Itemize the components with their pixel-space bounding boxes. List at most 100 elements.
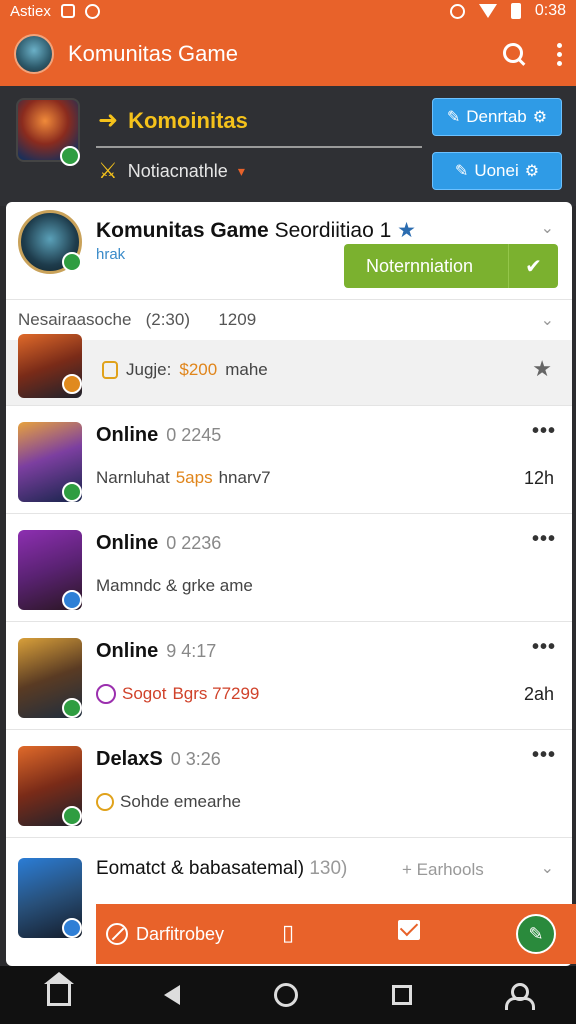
chevron-down-icon[interactable]: ⌄ bbox=[541, 310, 554, 330]
status-badge bbox=[62, 590, 82, 610]
section-count: (2:30) bbox=[145, 310, 190, 329]
navigation-bar bbox=[0, 966, 576, 1024]
header-button-2[interactable]: ✎ Uonei ⚙ bbox=[432, 152, 562, 190]
post-title-text: Online bbox=[96, 640, 159, 662]
home-icon[interactable] bbox=[43, 972, 74, 1006]
more-horiz-icon[interactable]: ••• bbox=[532, 636, 556, 659]
post-time: 0 2245 bbox=[166, 425, 222, 445]
profile-icon[interactable] bbox=[505, 983, 536, 1010]
header-button-1[interactable]: ✎ Denrtab ⚙ bbox=[432, 98, 562, 136]
group-header: Komunitas Game Seordiitiao 1 ★ hrak ⌄ No… bbox=[6, 202, 572, 300]
status-badge bbox=[62, 918, 82, 938]
back-label: Komoinitas bbox=[128, 107, 248, 133]
post-time: 0 3:26 bbox=[170, 749, 221, 769]
post-extra: + Earhools bbox=[402, 860, 484, 879]
star-icon[interactable]: ★ bbox=[532, 356, 552, 382]
community-avatar[interactable] bbox=[14, 34, 54, 74]
pinned-suffix: mahe bbox=[225, 360, 268, 379]
back-link[interactable]: ➜ Komoinitas bbox=[98, 106, 248, 135]
app-bar: Komunitas Game bbox=[0, 22, 576, 86]
post-title: Online 9 4:17 bbox=[96, 640, 216, 663]
post-body-a: Sogot bbox=[122, 684, 167, 703]
list-item[interactable]: Online 0 2245 ••• Narnluhat 5aps hnarv7 1… bbox=[6, 406, 572, 514]
post-body-a: Narnluhat bbox=[96, 468, 170, 487]
notification-setting-label: Notiacnathle bbox=[127, 160, 228, 181]
edit-fab[interactable]: ✎ bbox=[516, 914, 556, 954]
section-title: Nesairaasoche bbox=[18, 310, 132, 329]
online-badge bbox=[60, 146, 80, 166]
more-vert-icon[interactable] bbox=[557, 42, 562, 66]
post-body-b: 5aps bbox=[175, 468, 213, 487]
header-button-1-label: Denrtab bbox=[466, 107, 527, 126]
back-arrow-icon: ➜ bbox=[98, 107, 119, 134]
gear-icon: ⚙ bbox=[524, 163, 540, 180]
more-horiz-icon[interactable]: ••• bbox=[532, 528, 556, 551]
check-icon: ✔ bbox=[508, 244, 558, 288]
community-card: Komunitas Game Seordiitiao 1 ★ hrak ⌄ No… bbox=[6, 202, 572, 966]
group-title-bold: Komunitas Game bbox=[96, 219, 269, 242]
home-circle-icon[interactable] bbox=[273, 983, 298, 1007]
group-subtitle: hrak bbox=[96, 246, 126, 263]
more-horiz-icon[interactable]: ••• bbox=[532, 744, 556, 767]
carrier-label: Astiex bbox=[10, 2, 51, 20]
pinned-text: Jugje: $200 mahe bbox=[102, 360, 268, 380]
notification-button[interactable]: Noternniation ✔ bbox=[344, 244, 558, 288]
post-body: Narnluhat 5aps hnarv7 bbox=[96, 468, 271, 488]
recents-icon[interactable] bbox=[391, 985, 412, 1005]
app-title: Komunitas Game bbox=[68, 41, 238, 66]
group-title-rest: Seordiitiao 1 bbox=[274, 219, 392, 242]
status-bar: Astiex 0:38 bbox=[0, 0, 576, 22]
post-title-text: Online bbox=[96, 424, 159, 446]
battery-icon bbox=[510, 3, 521, 19]
post-title-text: DelaxS bbox=[96, 748, 163, 770]
alarm-icon bbox=[449, 3, 465, 19]
star-icon: ★ bbox=[397, 219, 416, 242]
book-icon[interactable]: ▯ bbox=[282, 920, 294, 946]
list-item[interactable]: DelaxS 0 3:26 ••• Sohde emearhe bbox=[6, 730, 572, 838]
post-body-b: Bgrs 77299 bbox=[172, 684, 260, 703]
block-icon bbox=[106, 923, 128, 945]
chevron-down-icon[interactable]: ⌄ bbox=[541, 218, 554, 238]
online-badge bbox=[62, 806, 82, 826]
search-icon[interactable] bbox=[501, 41, 527, 67]
section-header[interactable]: Nesairaasoche (2:30) 1209 ⌄ bbox=[6, 300, 572, 340]
post-title-text: Eomatct & babasatemal) bbox=[96, 858, 305, 879]
pencil-icon: ✎ bbox=[446, 109, 461, 126]
online-badge bbox=[62, 252, 82, 272]
post-body-c: hnarv7 bbox=[218, 468, 271, 487]
back-icon[interactable] bbox=[164, 985, 181, 1005]
post-body: Sohde emearhe bbox=[96, 792, 241, 812]
post-title: DelaxS 0 3:26 bbox=[96, 748, 221, 771]
pinned-amount: $200 bbox=[179, 360, 218, 379]
online-badge bbox=[62, 482, 82, 502]
list-item[interactable]: Online 9 4:17 ••• Sogot Bgrs 77299 2ah bbox=[6, 622, 572, 730]
post-body: Mamndc & grke ame bbox=[96, 576, 253, 596]
chevron-down-icon[interactable]: ⌄ bbox=[541, 858, 554, 878]
post-body-a: Sohde emearhe bbox=[120, 792, 241, 811]
online-badge bbox=[62, 698, 82, 718]
post-time: 0 2236 bbox=[166, 533, 222, 553]
action-bar: Darfitrobey ▯ ✎ bbox=[96, 904, 576, 964]
notification-icon bbox=[60, 4, 75, 18]
signal-icon bbox=[478, 4, 497, 18]
pinned-post[interactable]: Jugje: $200 mahe ★ bbox=[6, 334, 572, 406]
lock-icon bbox=[102, 361, 118, 379]
post-time: 9 4:17 bbox=[166, 641, 217, 661]
post-title: Online 0 2245 bbox=[96, 424, 221, 447]
mail-icon[interactable] bbox=[398, 920, 420, 940]
pinned-badge bbox=[62, 374, 82, 394]
pinned-prefix: Jugje: bbox=[126, 360, 172, 379]
post-title: Eomatct & babasatemal) 130) bbox=[96, 858, 347, 880]
block-button[interactable]: Darfitrobey bbox=[96, 923, 224, 945]
notification-setting[interactable]: ⚔ Notiacnathle ▾ bbox=[98, 158, 245, 184]
list-item[interactable]: Online 0 2236 ••• Mamndc & grke ame bbox=[6, 514, 572, 622]
sync-icon bbox=[84, 3, 100, 19]
more-horiz-icon[interactable]: ••• bbox=[532, 420, 556, 443]
section-extra: 1209 bbox=[218, 310, 257, 329]
post-body: Sogot Bgrs 77299 bbox=[96, 684, 259, 704]
caret-down-icon: ▾ bbox=[237, 162, 245, 179]
divider bbox=[96, 146, 422, 148]
post-count: 12h bbox=[523, 468, 554, 488]
post-count: 2ah bbox=[523, 684, 554, 704]
gear-icon: ⚙ bbox=[532, 109, 548, 126]
